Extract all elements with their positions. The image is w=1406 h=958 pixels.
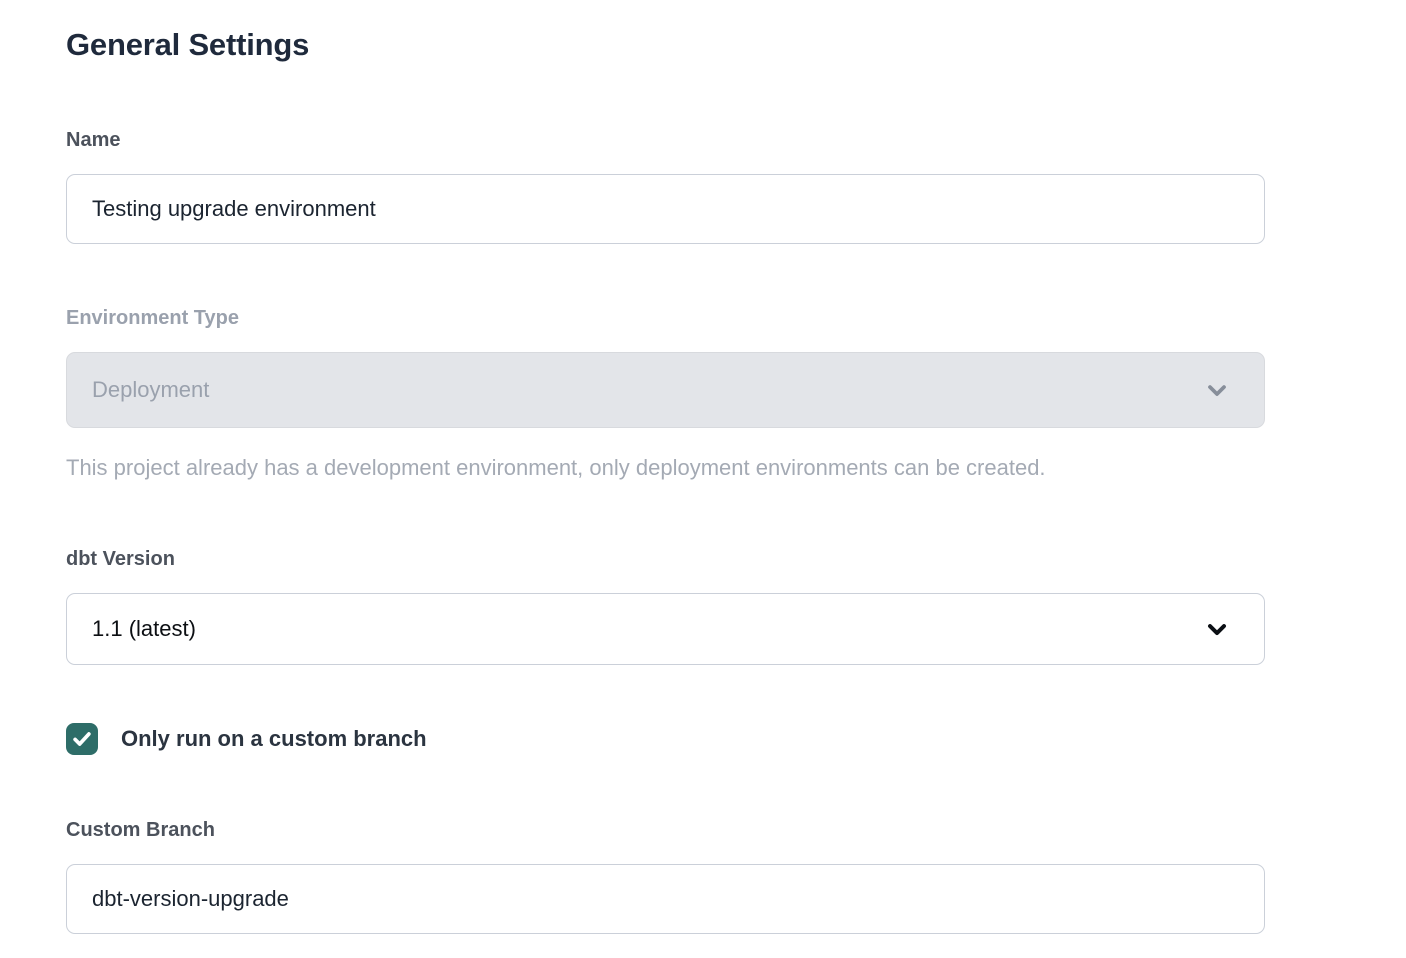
custom-branch-toggle-row: Only run on a custom branch [66,723,1265,755]
dbt-version-value: 1.1 (latest) [92,616,1203,642]
custom-branch-checkbox[interactable] [66,723,98,755]
environment-type-helper-text: This project already has a development e… [66,454,1265,483]
environment-type-value: Deployment [92,377,1203,403]
general-settings-form: General Settings Name Environment Type D… [0,0,1265,934]
environment-type-label: Environment Type [66,307,1265,329]
page-title: General Settings [66,26,1265,65]
name-input[interactable] [66,174,1265,244]
name-field-group: Name [66,129,1265,244]
dbt-version-label: dbt Version [66,548,1265,570]
custom-branch-label: Custom Branch [66,819,1265,841]
custom-branch-input[interactable] [66,864,1265,934]
dbt-version-field-group: dbt Version 1.1 (latest) [66,548,1265,665]
environment-type-field-group: Environment Type Deployment This project… [66,307,1265,483]
custom-branch-checkbox-label[interactable]: Only run on a custom branch [121,726,427,752]
check-icon [71,728,93,750]
custom-branch-field-group: Custom Branch [66,819,1265,934]
dbt-version-select[interactable]: 1.1 (latest) [66,593,1265,665]
chevron-down-icon [1203,615,1231,643]
name-label: Name [66,129,1265,151]
chevron-down-icon [1203,376,1231,404]
environment-type-select: Deployment [66,352,1265,428]
